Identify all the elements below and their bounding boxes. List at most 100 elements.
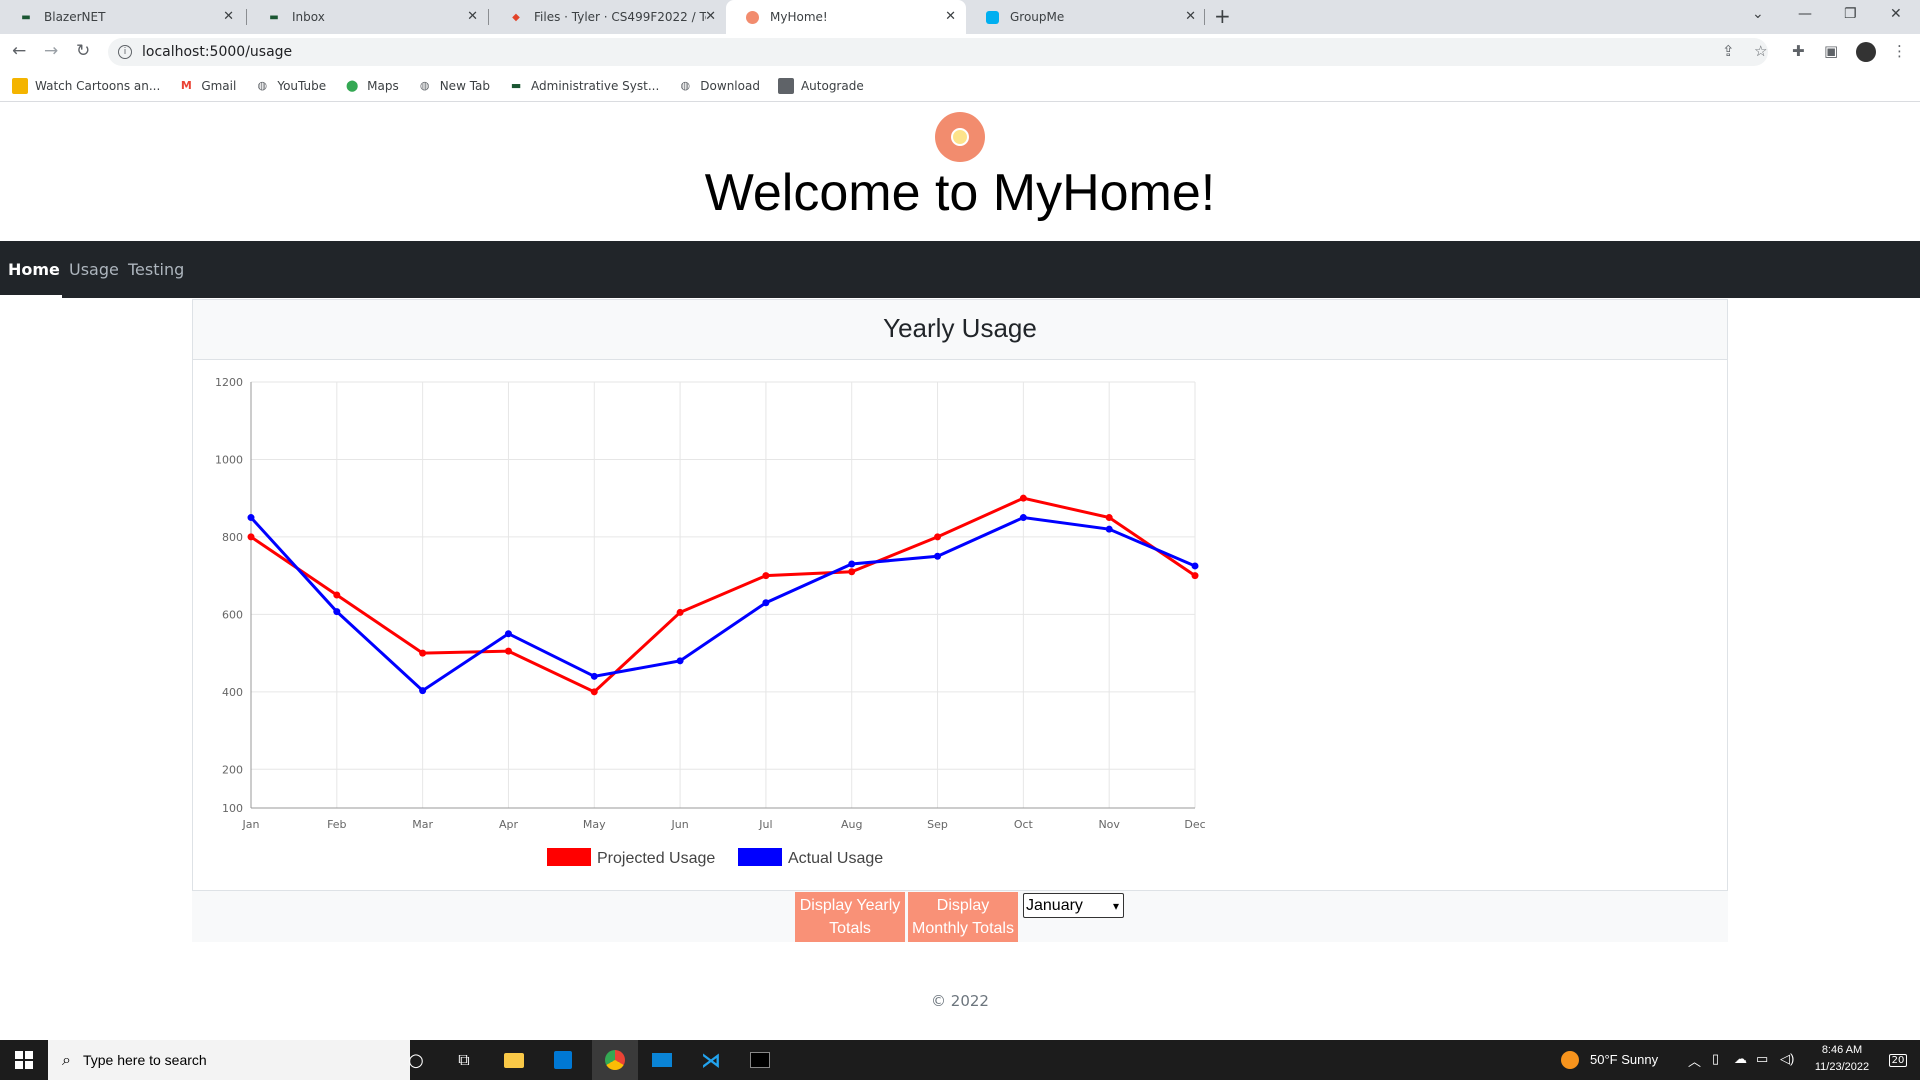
tab-title: Files · Tyler · CS499F2022 / Team xyxy=(534,10,706,24)
legend-label: Actual Usage xyxy=(788,850,883,867)
x-tick-label: Sep xyxy=(927,818,948,831)
nav-usage[interactable]: Usage xyxy=(69,260,119,279)
close-icon[interactable]: ✕ xyxy=(223,9,234,24)
autograde-icon xyxy=(777,77,794,94)
button-label-line: Monthly Totals xyxy=(912,920,1014,937)
nav-testing[interactable]: Testing xyxy=(128,260,184,279)
x-tick-label: Mar xyxy=(412,818,433,831)
data-point xyxy=(590,672,598,680)
tray-device-icon[interactable]: ▯ xyxy=(1712,1051,1719,1067)
tab-groupme[interactable]: GroupMe ✕ xyxy=(966,0,1206,34)
usage-line-chart: Jan Feb Mar Apr May Jun Jul Aug Sep Oct Nov Dec 100 2… xyxy=(215,376,1206,867)
windows-taskbar: ⌕ Type here to search ○ ⧉ ⋊ 50°F Sunny ︿… xyxy=(0,1040,1920,1080)
data-point xyxy=(247,514,255,522)
close-icon[interactable]: ✕ xyxy=(945,9,956,24)
data-point xyxy=(934,533,942,541)
close-icon[interactable]: ✕ xyxy=(1185,9,1196,24)
data-point xyxy=(504,647,512,655)
weather-text[interactable]: 50°F Sunny xyxy=(1590,1052,1658,1067)
tab-myhome[interactable]: MyHome! ✕ xyxy=(726,0,966,34)
window-close-icon[interactable]: ✕ xyxy=(1890,6,1902,22)
chevron-down-icon: ▾ xyxy=(1112,898,1119,913)
bookmark-gmail[interactable]: M Gmail xyxy=(178,78,237,94)
data-point xyxy=(504,630,512,638)
y-tick-label: 1000 xyxy=(215,453,243,466)
data-point xyxy=(1105,514,1113,522)
display-yearly-totals-button[interactable]: Display Yearly Totals xyxy=(795,892,905,942)
data-point xyxy=(1019,494,1027,502)
menu-kebab-icon[interactable]: ⋮ xyxy=(1892,42,1907,60)
globe-icon: ◍ xyxy=(419,79,430,92)
onedrive-cloud-icon[interactable]: ☁ xyxy=(1734,1051,1747,1067)
tab-gitlab-files[interactable]: ◆ Files · Tyler · CS499F2022 / Team ✕ xyxy=(490,0,726,34)
reload-icon[interactable]: ↻ xyxy=(76,41,90,61)
lightbulb-logo-icon xyxy=(935,112,985,162)
tab-search-chevron-icon[interactable]: ⌄ xyxy=(1752,6,1764,22)
uab-icon: ▬ xyxy=(21,11,31,23)
forward-arrow-icon[interactable]: → xyxy=(44,41,58,61)
bookmark-star-icon[interactable]: ☆ xyxy=(1754,42,1767,60)
site-info-icon[interactable]: i xyxy=(118,45,132,59)
chrome-icon[interactable] xyxy=(592,1040,638,1080)
bookmark-label: Download xyxy=(700,78,760,93)
terminal-icon[interactable] xyxy=(740,1040,780,1080)
bookmark-maps[interactable]: ⬤ Maps xyxy=(344,78,399,94)
close-icon[interactable]: ✕ xyxy=(705,9,716,24)
y-tick-label: 200 xyxy=(222,763,243,776)
extensions-icon[interactable]: ✚ xyxy=(1792,42,1805,60)
gmail-icon: M xyxy=(180,79,192,92)
tab-inbox[interactable]: ▬ Inbox ✕ xyxy=(248,0,488,34)
bookmark-download[interactable]: ◍ Download xyxy=(677,78,760,94)
windows-start-icon[interactable] xyxy=(0,1040,48,1080)
tray-chevron-icon[interactable]: ︿ xyxy=(1688,1051,1701,1070)
tab-blazernet[interactable]: ▬ BlazerNET ✕ xyxy=(0,0,244,34)
tab-title: MyHome! xyxy=(770,10,828,24)
card-title: Yearly Usage xyxy=(193,300,1727,360)
taskbar-search-input[interactable]: ⌕ Type here to search xyxy=(48,1040,410,1080)
display-monthly-totals-button[interactable]: Display Monthly Totals xyxy=(908,892,1018,942)
close-icon[interactable]: ✕ xyxy=(467,9,478,24)
side-panel-icon[interactable]: ▣ xyxy=(1824,42,1838,60)
active-nav-indicator xyxy=(0,295,62,298)
minimize-icon[interactable]: — xyxy=(1798,6,1812,22)
cortana-icon[interactable]: ○ xyxy=(396,1040,436,1080)
nav-home[interactable]: Home xyxy=(8,260,60,279)
clock-time[interactable]: 8:46 AM xyxy=(1806,1044,1878,1056)
data-point xyxy=(419,687,427,695)
back-arrow-icon[interactable]: ← xyxy=(12,41,26,61)
bookmarks-bar: Watch Cartoons an... M Gmail ◍ YouTube ⬤ Ma… xyxy=(0,70,1920,102)
vscode-icon[interactable]: ⋊ xyxy=(691,1040,731,1080)
month-select-value: January xyxy=(1026,896,1083,914)
notifications-icon[interactable]: 20 xyxy=(1880,1040,1916,1080)
gitlab-icon: ◆ xyxy=(512,11,520,23)
page-title: Welcome to MyHome! xyxy=(704,164,1216,222)
bookmark-administrative-systems[interactable]: ▬ Administrative Syst... xyxy=(508,78,659,94)
month-select[interactable]: January ▾ xyxy=(1023,893,1124,918)
bookmark-new-tab[interactable]: ◍ New Tab xyxy=(417,78,490,94)
network-icon[interactable]: ▭ xyxy=(1756,1051,1768,1067)
new-tab-button[interactable]: + xyxy=(1214,4,1231,28)
tab-title: BlazerNET xyxy=(44,10,106,24)
file-explorer-icon[interactable] xyxy=(494,1040,534,1080)
mail-icon[interactable] xyxy=(642,1040,682,1080)
bookmark-youtube[interactable]: ◍ YouTube xyxy=(254,78,327,94)
button-label-line: Display Yearly xyxy=(799,897,901,914)
profile-avatar[interactable] xyxy=(1856,42,1876,62)
weather-sun-icon xyxy=(1558,1040,1582,1080)
microsoft-store-icon[interactable] xyxy=(543,1040,583,1080)
bookmark-watch-cartoons[interactable]: Watch Cartoons an... xyxy=(12,77,160,94)
restore-icon[interactable]: ❐ xyxy=(1844,6,1857,22)
volume-icon[interactable]: ◁) xyxy=(1780,1051,1794,1067)
button-label-line: Totals xyxy=(829,920,871,937)
address-bar[interactable]: i localhost:5000/usage xyxy=(108,38,1768,66)
share-icon[interactable]: ⇪ xyxy=(1722,42,1735,60)
bookmark-autograde[interactable]: Autograde xyxy=(777,77,864,94)
uab-icon: ▬ xyxy=(269,11,279,23)
data-point xyxy=(762,599,770,607)
y-tick-label: 400 xyxy=(222,686,243,699)
clock-date[interactable]: 11/23/2022 xyxy=(1806,1061,1878,1073)
bookmark-label: Maps xyxy=(367,78,399,93)
tab-title: Inbox xyxy=(292,10,325,24)
bookmark-label: Autograde xyxy=(800,78,864,93)
task-view-icon[interactable]: ⧉ xyxy=(444,1040,484,1080)
